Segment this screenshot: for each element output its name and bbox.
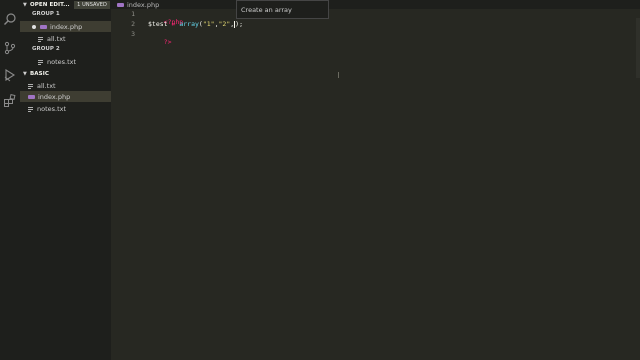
- code-line-2[interactable]: $test = array("1","2",);: [148, 20, 243, 28]
- php-file-icon: [117, 2, 124, 7]
- mouse-cursor-icon: [338, 72, 339, 78]
- php-file-icon: [28, 94, 35, 99]
- open-editor-item-index-php[interactable]: index.php: [20, 21, 111, 32]
- debug-icon[interactable]: [3, 68, 17, 82]
- explorer-item-notes-txt[interactable]: notes.txt: [20, 103, 111, 114]
- function-token: array: [179, 20, 199, 28]
- open-editor-item-notes-txt[interactable]: notes.txt: [20, 56, 111, 67]
- code-line-3[interactable]: ?>: [148, 30, 172, 54]
- search-icon[interactable]: [3, 12, 17, 26]
- basic-folder-header[interactable]: ▼ BASIC: [20, 69, 111, 79]
- file-name: index.php: [50, 22, 83, 31]
- unsaved-badge: 1 UNSAVED: [74, 1, 110, 9]
- text-file-icon: [28, 83, 34, 89]
- line-number: 2: [131, 20, 135, 28]
- chevron-down-icon: ▼: [23, 71, 27, 77]
- hover-tooltip: Create an array: [236, 0, 329, 19]
- string-token: "2": [218, 20, 231, 28]
- open-editor-item-all-txt[interactable]: all.txt: [20, 33, 111, 44]
- explorer-item-index-php[interactable]: index.php: [20, 91, 111, 102]
- unsaved-dot-icon[interactable]: [32, 24, 36, 29]
- folder-title: BASIC: [30, 71, 49, 77]
- activity-bar: [0, 0, 20, 360]
- open-editors-title: OPEN EDIT...: [30, 2, 70, 8]
- text-file-icon: [38, 36, 44, 42]
- minimap[interactable]: [636, 18, 640, 78]
- explorer-sidebar: ▼ OPEN EDIT... 1 UNSAVED GROUP 1 index.p…: [20, 0, 111, 360]
- extensions-icon[interactable]: [3, 94, 17, 108]
- tab-index-php[interactable]: index.php: [117, 0, 159, 9]
- line-number: 3: [131, 30, 135, 38]
- tab-label: index.php: [127, 0, 160, 9]
- group-1-label: GROUP 1: [32, 11, 60, 17]
- file-name: notes.txt: [47, 57, 77, 66]
- php-file-icon: [40, 24, 47, 29]
- code-editor[interactable]: 1 2 3 <?php $test = array("1","2",); ?>: [111, 9, 640, 360]
- tooltip-text: Create an array: [241, 5, 292, 14]
- operator-token: =: [167, 20, 180, 28]
- text-file-icon: [38, 59, 44, 65]
- text-file-icon: [28, 106, 34, 112]
- close-token: );: [235, 20, 243, 28]
- chevron-down-icon: ▼: [23, 2, 27, 8]
- open-editors-header[interactable]: ▼ OPEN EDIT... 1 UNSAVED: [20, 0, 111, 10]
- file-name: index.php: [38, 92, 71, 101]
- line-number: 1: [131, 10, 135, 18]
- variable-token: $test: [148, 20, 168, 28]
- php-close-tag: ?>: [163, 38, 172, 46]
- group-2-label: GROUP 2: [32, 46, 60, 52]
- editor-tab-bar: index.php: [111, 0, 640, 9]
- source-control-icon[interactable]: [3, 41, 17, 55]
- file-name: all.txt: [37, 81, 56, 90]
- string-token: "1": [202, 20, 215, 28]
- file-name: all.txt: [47, 34, 66, 43]
- explorer-item-all-txt[interactable]: all.txt: [20, 80, 111, 91]
- file-name: notes.txt: [37, 104, 67, 113]
